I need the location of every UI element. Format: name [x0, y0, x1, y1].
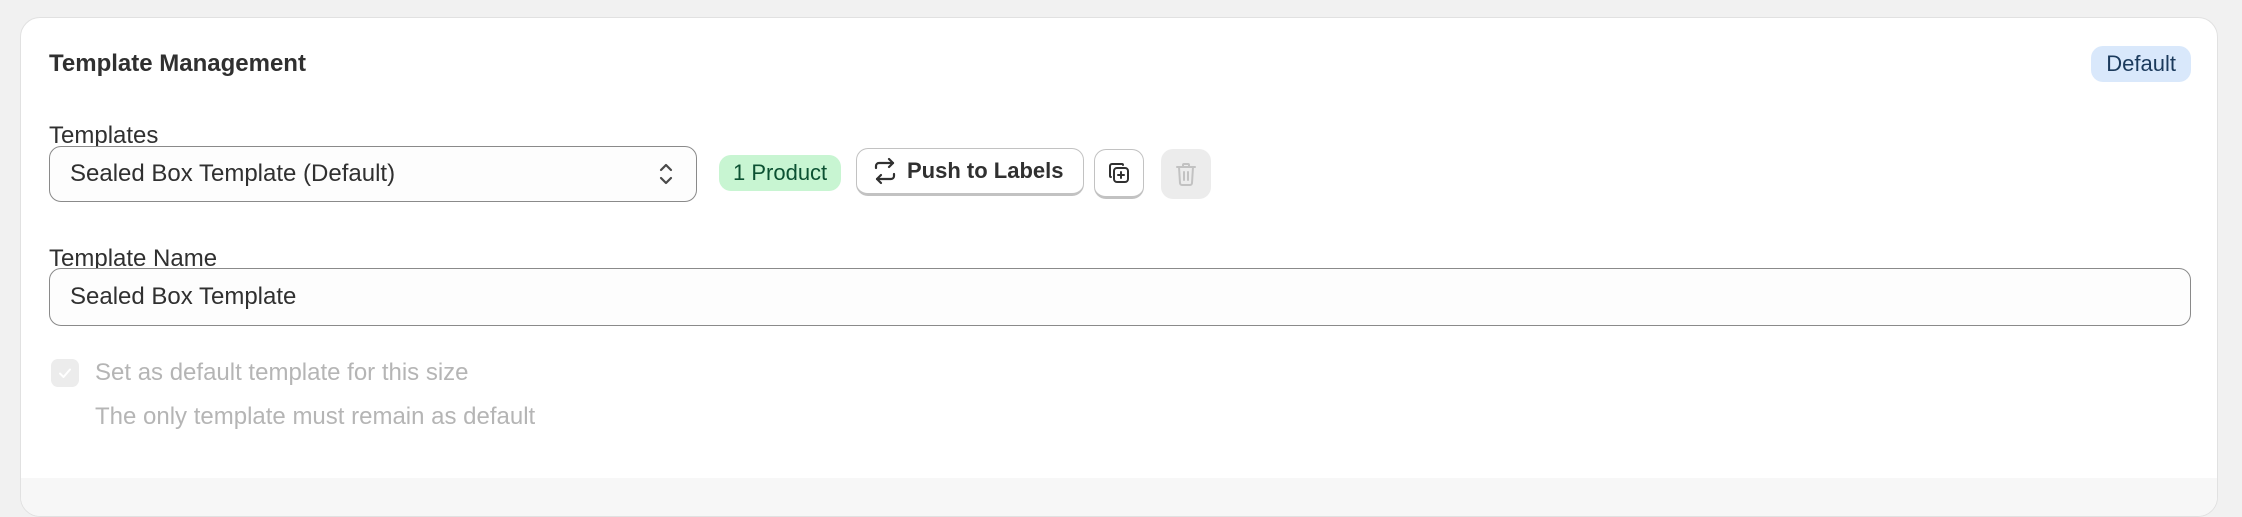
push-to-labels-button[interactable]: Push to Labels — [856, 148, 1085, 196]
template-management-card: Template Management Default Templates Se… — [20, 17, 2218, 517]
sync-arrows-icon — [874, 157, 896, 185]
default-template-checkbox[interactable] — [51, 359, 79, 387]
delete-template-button[interactable] — [1161, 149, 1211, 199]
templates-select[interactable]: Sealed Box Template (Default) — [49, 146, 697, 202]
chevron-up-down-icon — [659, 163, 673, 185]
push-to-labels-label: Push to Labels — [907, 158, 1064, 183]
default-status-badge: Default — [2091, 46, 2191, 82]
trash-icon — [1176, 163, 1196, 186]
product-count-badge: 1 Product — [719, 155, 842, 191]
default-template-help-text: The only template must remain as default — [95, 403, 536, 430]
duplicate-template-button[interactable] — [1094, 149, 1144, 199]
templates-select-value: Sealed Box Template (Default) — [70, 160, 396, 187]
checkmark-icon — [59, 368, 71, 378]
duplicate-icon — [1109, 163, 1129, 183]
card-footer — [21, 478, 2217, 516]
card-title: Template Management — [49, 50, 306, 77]
default-template-checkbox-label: Set as default template for this size — [95, 359, 469, 386]
template-name-value: Sealed Box Template — [70, 283, 297, 310]
template-name-input[interactable]: Sealed Box Template — [49, 268, 2191, 326]
